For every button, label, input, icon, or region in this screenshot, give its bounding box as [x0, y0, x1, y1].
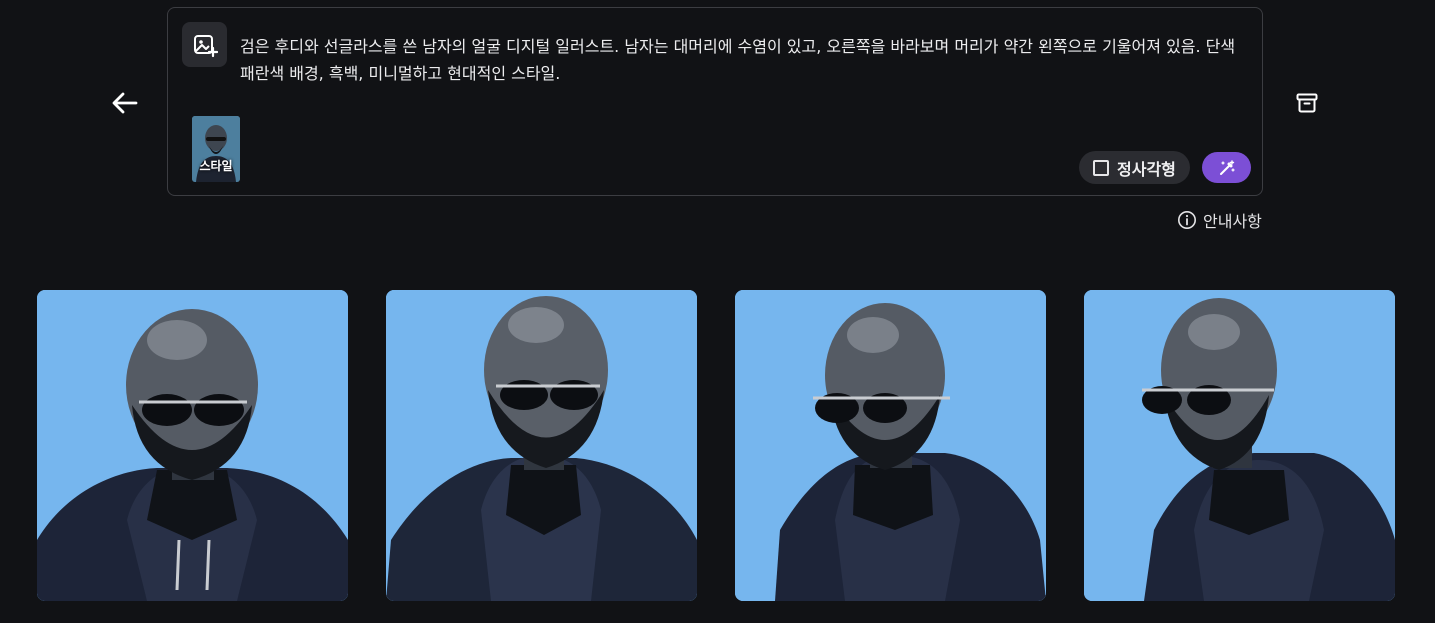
info-icon: [1178, 211, 1196, 229]
notice-link[interactable]: 안내사항: [1177, 208, 1262, 232]
style-label: 스타일: [199, 159, 233, 173]
back-button[interactable]: [108, 86, 142, 120]
generate-button[interactable]: [1202, 152, 1251, 183]
notice-label: 안내사항: [1203, 212, 1262, 231]
result-image-card[interactable]: [37, 290, 348, 601]
checkbox-icon: [1093, 159, 1109, 176]
magic-wand-icon: [1219, 159, 1235, 175]
result-image-card[interactable]: [1084, 290, 1395, 601]
result-image-card[interactable]: [386, 290, 697, 601]
prompt-panel: 검은 후디와 선글라스를 쓴 남자의 얼굴 디지털 일러스트. 남자는 대머리에…: [167, 7, 1263, 196]
result-image: [1084, 290, 1395, 601]
arrow-left-icon: [112, 92, 138, 114]
archive-button[interactable]: [1290, 86, 1324, 120]
result-image: [37, 290, 348, 601]
square-aspect-toggle[interactable]: 정사각형: [1079, 151, 1190, 184]
result-image-card[interactable]: [735, 290, 1046, 601]
style-reference-thumbnail[interactable]: 스타일: [192, 116, 240, 182]
result-image: [386, 290, 697, 601]
add-image-button[interactable]: [182, 22, 227, 67]
square-aspect-label: 정사각형: [1117, 159, 1176, 179]
prompt-input[interactable]: 검은 후디와 선글라스를 쓴 남자의 얼굴 디지털 일러스트. 남자는 대머리에…: [240, 33, 1250, 87]
archive-icon: [1296, 93, 1318, 113]
image-plus-icon: [193, 34, 218, 57]
result-image: [735, 290, 1046, 601]
